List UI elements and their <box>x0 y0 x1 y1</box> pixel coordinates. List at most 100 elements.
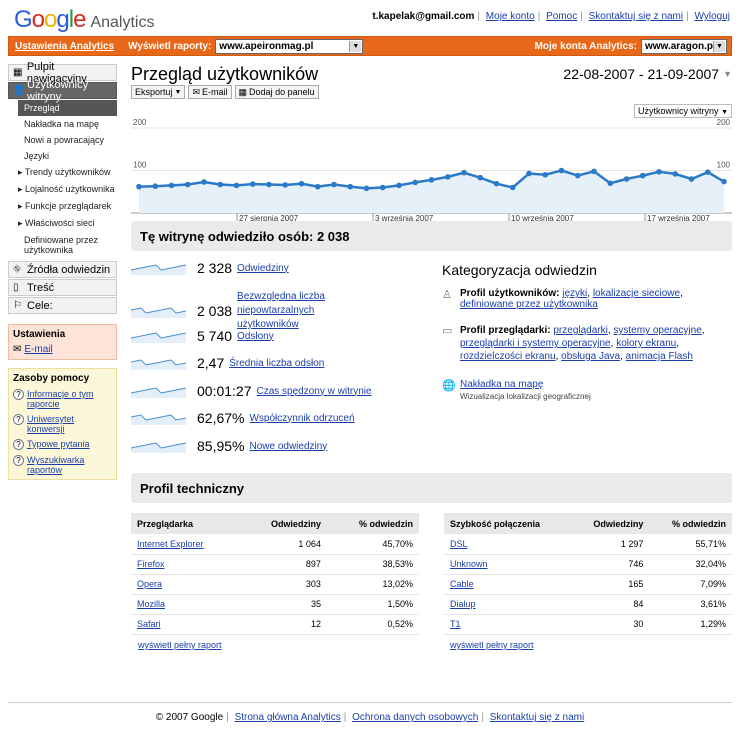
google-analytics-logo[interactable]: Google Analytics <box>14 6 154 34</box>
stat-link[interactable]: Średnia liczba odsłon <box>229 358 324 369</box>
footer-analytics-home-link[interactable]: Strona główna Analytics <box>235 712 341 723</box>
data-point[interactable] <box>656 168 662 175</box>
data-point[interactable] <box>168 182 175 189</box>
data-point[interactable] <box>412 179 419 186</box>
data-point[interactable] <box>688 176 695 182</box>
stat-link[interactable]: Bezwzględna liczba niepowtarzalnych użyt… <box>237 290 347 332</box>
data-point[interactable] <box>444 174 451 180</box>
browser-full-report-link[interactable]: wyświetl pełny raport <box>138 640 222 650</box>
help-link-about-report[interactable]: Informacje o tym raporcie <box>27 389 112 409</box>
link-browsers-and-os[interactable]: przeglądarki i systemy operacyjne <box>460 338 611 349</box>
help-link-faq[interactable]: Typowe pytania <box>27 439 90 450</box>
data-point[interactable] <box>298 180 305 187</box>
link-user-defined[interactable]: definiowane przez użytkownika <box>460 299 598 310</box>
data-point[interactable] <box>217 181 224 188</box>
help-item[interactable]: ? Informacje o tym raporcie <box>13 389 112 409</box>
my-account-link[interactable]: Moje konto <box>486 11 535 22</box>
data-point[interactable] <box>461 169 467 176</box>
data-point[interactable] <box>591 168 597 175</box>
help-link[interactable]: Pomoc <box>546 11 577 22</box>
sidebar-sub-user-defined[interactable]: Definiowane przez użytkownika <box>8 232 117 261</box>
data-point[interactable] <box>136 183 142 190</box>
row-link[interactable]: T1 <box>450 619 461 629</box>
row-link[interactable]: Mozilla <box>137 599 165 609</box>
data-point[interactable] <box>233 182 240 189</box>
data-point[interactable] <box>542 171 549 178</box>
help-link-report-finder[interactable]: Wyszukiwarka raportów <box>27 455 112 475</box>
link-flash-version[interactable]: animacja Flash <box>626 351 693 362</box>
row-link[interactable]: Cable <box>450 579 474 589</box>
data-point[interactable] <box>201 179 207 185</box>
data-point[interactable] <box>184 181 191 188</box>
link-java-support[interactable]: obsługa Java <box>561 351 620 362</box>
data-point[interactable] <box>558 167 565 174</box>
sidebar-sub-visitor-trends[interactable]: ▸ Trendy użytkowników <box>8 164 117 181</box>
stat-link[interactable]: Współczynnik odrzuceń <box>249 413 354 424</box>
data-point[interactable] <box>314 183 321 190</box>
data-point[interactable] <box>477 174 484 181</box>
link-operating-systems[interactable]: systemy operacyjne <box>613 325 701 336</box>
data-point[interactable] <box>493 180 500 187</box>
link-languages[interactable]: języki <box>562 288 587 299</box>
sidebar-sub-network-properties[interactable]: ▸ Właściwości sieci <box>8 215 117 232</box>
data-point[interactable] <box>396 182 402 189</box>
stat-link[interactable]: Nowe odwiedziny <box>249 441 327 452</box>
help-item[interactable]: ? Uniwersytet konwersji <box>13 414 112 434</box>
add-to-dashboard-button[interactable]: ▦ Dodaj do panelu <box>234 85 319 99</box>
metric-select[interactable]: Użytkownicy witryny ▼ <box>634 104 732 118</box>
data-point[interactable] <box>509 184 516 191</box>
site-select[interactable]: www.apeironmag.pl ▼ <box>215 38 364 54</box>
footer-contact-link[interactable]: Skontaktuj się z nami <box>490 712 585 723</box>
row-link[interactable]: Unknown <box>450 559 488 569</box>
row-link[interactable]: Safari <box>137 619 161 629</box>
data-point[interactable] <box>526 170 532 177</box>
data-point[interactable] <box>672 171 679 177</box>
data-point[interactable] <box>249 181 256 187</box>
data-point[interactable] <box>379 184 386 191</box>
footer-privacy-link[interactable]: Ochrona danych osobowych <box>352 712 478 723</box>
data-point[interactable] <box>704 169 711 175</box>
sidebar-content[interactable]: ▯ Treść <box>8 279 117 296</box>
row-link[interactable]: Internet Explorer <box>137 539 204 549</box>
email-button[interactable]: ✉ E-mail <box>188 85 232 99</box>
analytics-settings-link[interactable]: Ustawienia Analytics <box>15 41 114 52</box>
help-item[interactable]: ? Typowe pytania <box>13 439 112 450</box>
row-link[interactable]: Firefox <box>137 559 165 569</box>
link-network-locations[interactable]: lokalizacje sieciowe <box>593 288 680 299</box>
link-screen-resolutions[interactable]: rozdzielczości ekranu <box>460 351 556 362</box>
data-point[interactable] <box>347 183 354 190</box>
settings-email-link[interactable]: E-mail <box>24 344 52 355</box>
data-point[interactable] <box>721 178 727 185</box>
data-point[interactable] <box>607 180 614 187</box>
data-point[interactable] <box>574 172 581 179</box>
sidebar-sub-new-vs-returning[interactable]: Nowi a powracający <box>8 132 117 148</box>
sidebar-sub-visitor-loyalty[interactable]: ▸ Lojalność użytkownika <box>8 181 117 198</box>
sidebar-goals[interactable]: ⚐ Cele: <box>8 297 117 314</box>
row-link[interactable]: Opera <box>137 579 162 589</box>
export-button[interactable]: Eksportuj ▼ <box>131 85 186 99</box>
stat-link[interactable]: Czas spędzony w witrynie <box>257 386 372 397</box>
data-point[interactable] <box>266 181 272 188</box>
date-range-picker[interactable]: 22-08-2007 - 21-09-2007 ▼ <box>563 66 732 82</box>
sidebar-sub-browser-capabilities[interactable]: ▸ Funkcje przeglądarek <box>8 198 117 215</box>
row-link[interactable]: Dialup <box>450 599 476 609</box>
data-point[interactable] <box>363 185 370 192</box>
stat-link[interactable]: Odwiedziny <box>237 263 289 274</box>
sidebar-sub-map-overlay[interactable]: Nakładka na mapę <box>8 116 117 132</box>
data-point[interactable] <box>331 181 337 188</box>
link-browsers[interactable]: przeglądarki <box>553 325 607 336</box>
sidebar-visitors[interactable]: 👤 Użytkownicy witryny <box>8 79 117 103</box>
logout-link[interactable]: Wyloguj <box>695 11 730 22</box>
link-screen-colors[interactable]: kolory ekranu <box>616 338 676 349</box>
connection-full-report-link[interactable]: wyświetl pełny raport <box>450 640 534 650</box>
visitors-chart[interactable]: 100 100200 20027 sierpnia 2007 3 września 2… <box>131 118 732 278</box>
sidebar-traffic-sources[interactable]: ⛗ Źródła odwiedzin <box>8 261 117 278</box>
data-point[interactable] <box>282 182 289 188</box>
link-map-overlay[interactable]: Nakładka na mapę <box>460 379 543 390</box>
settings-email[interactable]: ✉ E-mail <box>13 344 112 355</box>
help-link-conversion-university[interactable]: Uniwersytet konwersji <box>27 414 112 434</box>
stat-link[interactable]: Odsłony <box>237 331 274 342</box>
data-point[interactable] <box>639 172 646 179</box>
data-point[interactable] <box>152 183 159 190</box>
sidebar-sub-languages[interactable]: Języki <box>8 148 117 164</box>
